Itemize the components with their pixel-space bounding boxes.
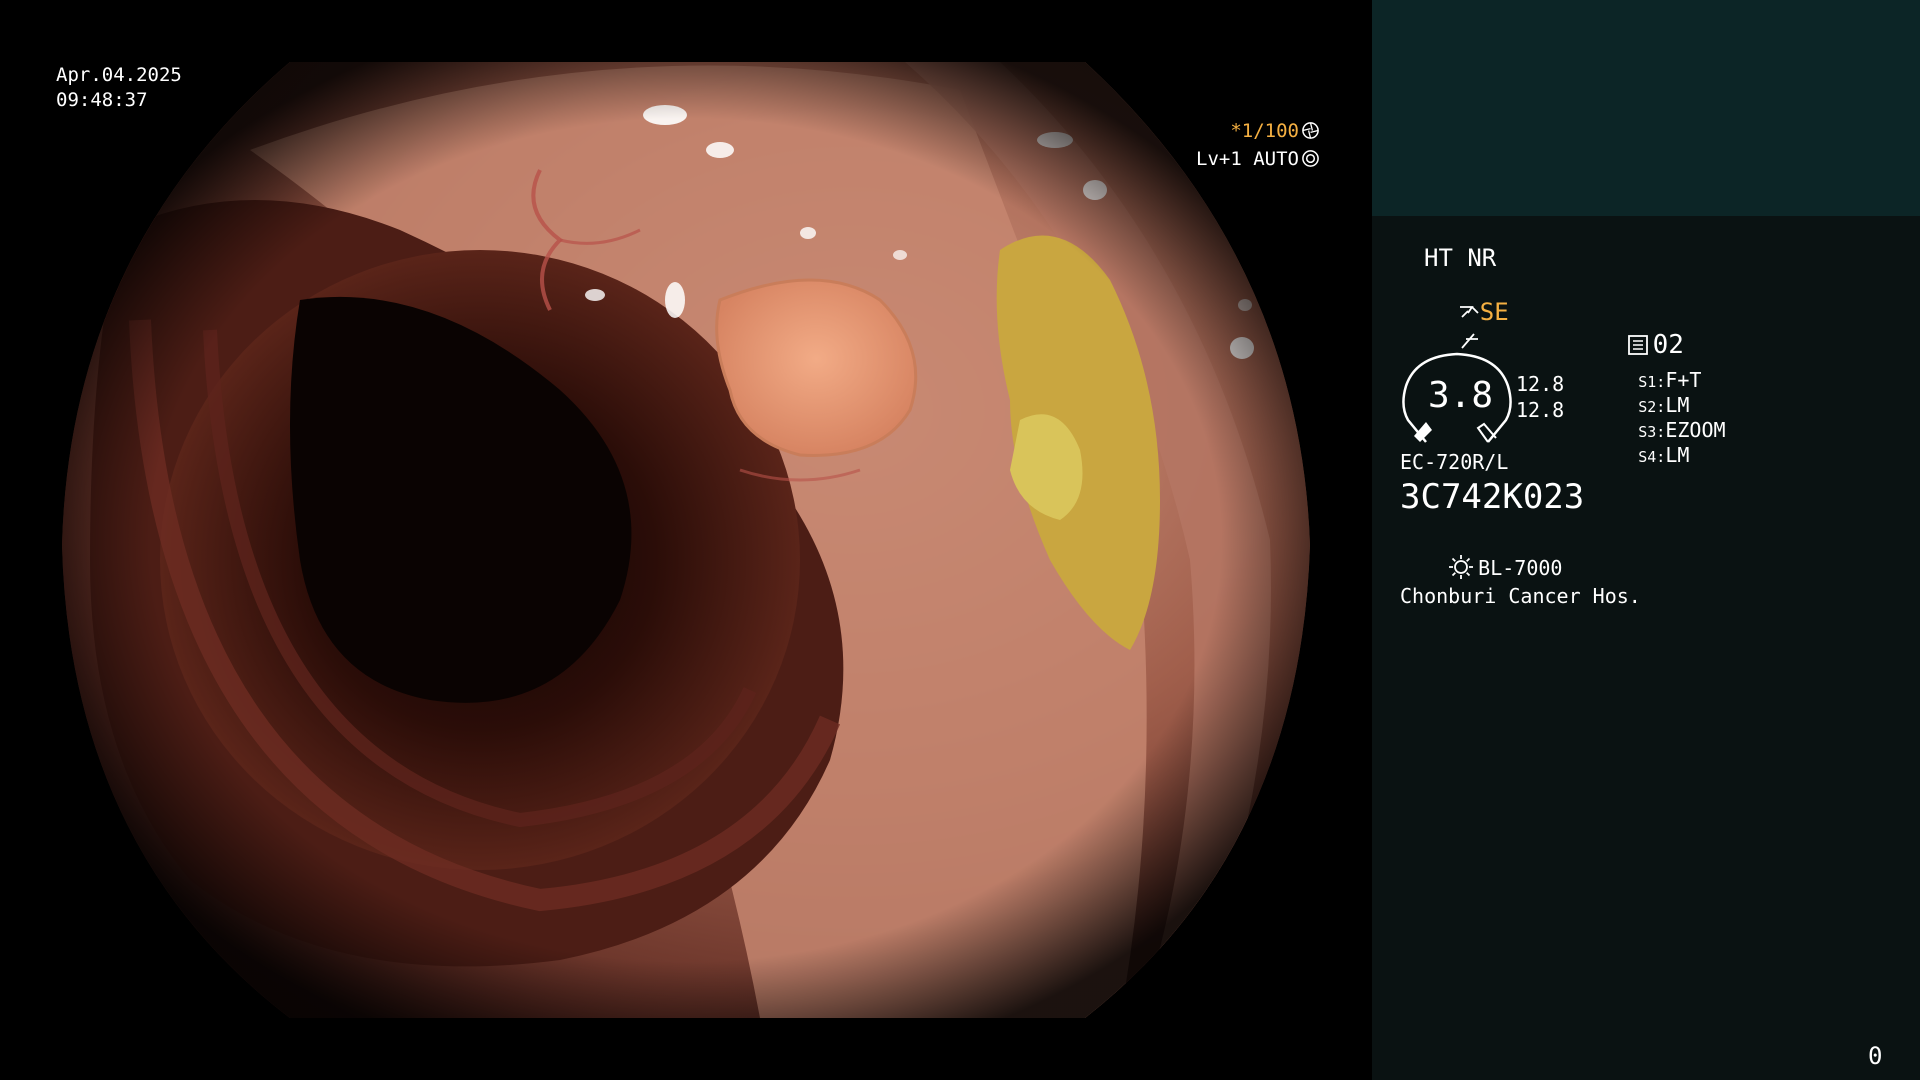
zoom-gauge-value: 3.8: [1428, 375, 1494, 416]
mode-value: SE: [1479, 298, 1509, 326]
switch-value: LM: [1665, 443, 1690, 467]
info-panel: HT NR SE 02 3.8 12.8 12.8 S1:F+T S2:LM S: [1372, 0, 1920, 1080]
level-value: Lv+1 AUTO: [1196, 148, 1299, 170]
ht-nr-label: HT NR: [1424, 244, 1497, 272]
iris-icon: [1302, 150, 1319, 167]
scope-model: EC-720R/L: [1400, 450, 1509, 474]
switch-row: S3:EZOOM: [1566, 400, 1725, 440]
exam-time: 09:48:37: [56, 89, 148, 111]
light-source-icon: [1449, 555, 1474, 579]
exam-date: Apr.04.2025: [56, 64, 182, 86]
switch-row: S2:LM: [1566, 375, 1726, 415]
switch-row: S1:F+T: [1566, 350, 1726, 390]
scope-serial: 3C742K023: [1400, 477, 1585, 517]
freeze-icon: [1461, 333, 1478, 349]
switch-row: S4:LM: [1566, 425, 1726, 465]
zoom-value-1: 12.8: [1516, 372, 1565, 396]
zoom-value-2: 12.8: [1516, 398, 1565, 422]
endoscope-video: Apr.04.2025 09:48:37 *1/100 Lv+1 AUTO: [0, 0, 1372, 1080]
hospital-name: Chonburi Cancer Hos.: [1400, 584, 1641, 608]
level-readout: Lv+1 AUTO: [1150, 130, 1320, 188]
switch-list: S1:F+T S2:LM S3:EZOOM S4:LM: [1566, 350, 1726, 465]
frame-counter: 0: [1868, 1042, 1883, 1070]
light-source-model: BL-7000: [1478, 556, 1563, 580]
panel-header-area: [1372, 0, 1920, 216]
switch-label: S4:: [1638, 448, 1666, 466]
